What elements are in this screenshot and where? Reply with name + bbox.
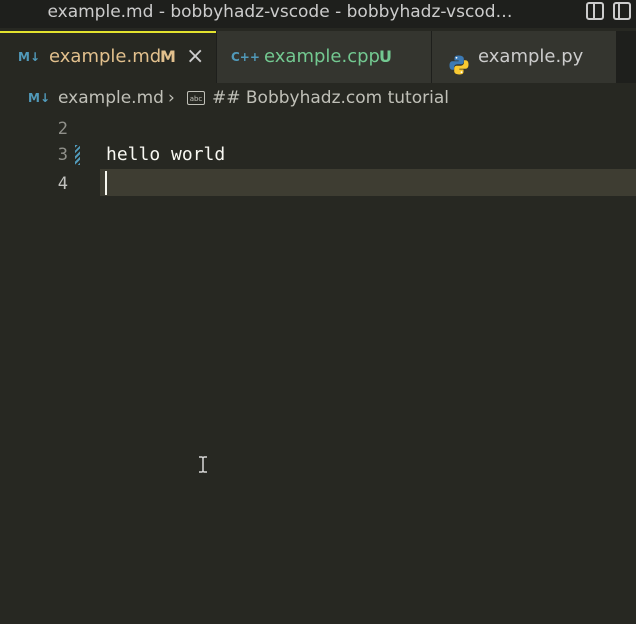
editor-tabs: M↓ example.md M × C++ example.cpp U exam… <box>0 31 636 83</box>
untracked-badge: U <box>379 47 392 66</box>
breadcrumb-separator-icon: › <box>168 88 175 108</box>
editor-area[interactable]: 2 3 hello world 4 <box>0 112 636 624</box>
text-cursor <box>105 171 107 195</box>
line-number-active: 4 <box>57 174 68 194</box>
breadcrumb-symbol[interactable]: ## Bobbyhadz.com tutorial <box>212 84 449 112</box>
line-number: 3 <box>57 145 68 165</box>
toggle-panel-icon[interactable] <box>613 2 631 20</box>
line-number: 2 <box>57 119 68 139</box>
toggle-primary-sidebar-icon[interactable] <box>586 2 604 20</box>
tab-example-cpp[interactable]: C++ example.cpp U <box>217 31 431 83</box>
breadcrumb: M↓ example.md › abc ## Bobbyhadz.com tut… <box>0 84 636 112</box>
tab-label: example.cpp <box>264 46 380 67</box>
mouse-ibeam-icon <box>198 456 208 473</box>
breadcrumb-file[interactable]: example.md <box>58 84 164 112</box>
current-line-highlight <box>100 169 636 196</box>
title-bar: example.md - bobbyhadz-vscode - bobbyhad… <box>0 0 636 28</box>
code-line: hello world <box>106 144 226 165</box>
close-icon[interactable]: × <box>186 33 204 81</box>
cpp-icon: C++ <box>231 50 260 64</box>
tab-label: example.py <box>478 46 584 67</box>
gutter-change-indicator[interactable] <box>75 145 80 165</box>
tab-example-py[interactable]: example.py <box>432 31 616 83</box>
string-symbol-icon: abc <box>187 91 205 105</box>
window-title: example.md - bobbyhadz-vscode - bobbyhad… <box>47 2 513 22</box>
tab-label: example.md <box>49 46 162 67</box>
markdown-icon: M↓ <box>28 91 50 105</box>
modified-badge: M <box>160 47 176 66</box>
tab-example-md[interactable]: M↓ example.md M × <box>0 31 216 83</box>
markdown-icon: M↓ <box>18 50 40 64</box>
